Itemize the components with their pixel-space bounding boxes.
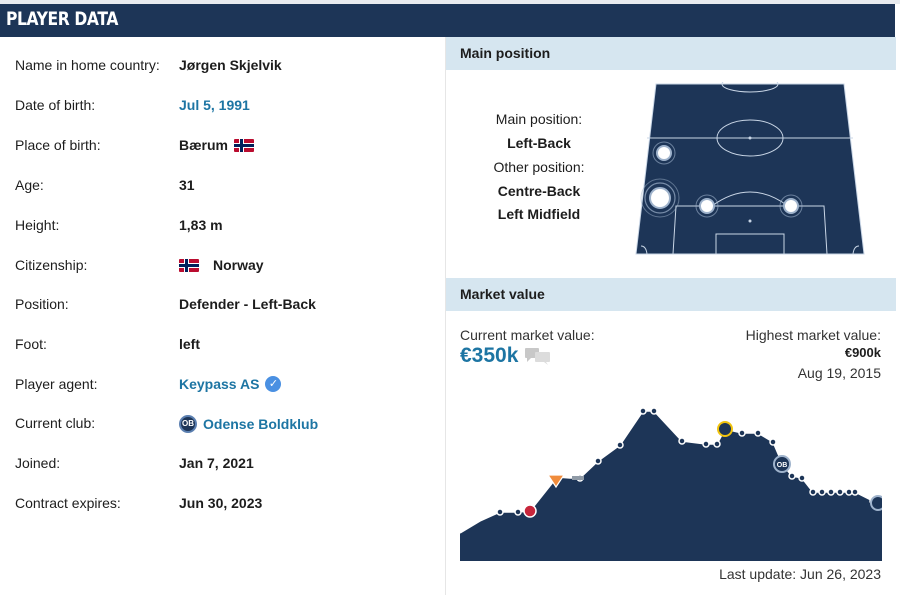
info-label: Position: xyxy=(15,296,69,312)
info-value: 31 xyxy=(179,177,195,193)
position-marker-left-midfield xyxy=(652,141,676,165)
info-value-text: Norway xyxy=(213,257,264,273)
info-label: Age: xyxy=(15,177,44,193)
main-position-value: Left-Back xyxy=(507,135,571,151)
market-value-chart[interactable]: OB xyxy=(460,403,882,561)
highest-market-value-label: Highest market value: xyxy=(745,327,881,343)
info-label: Current club: xyxy=(15,415,96,431)
info-value: Jun 30, 2023 xyxy=(179,495,262,511)
player-data-panel: Name in home country: Jørgen Skjelvik Date… xyxy=(0,37,444,595)
verified-check-icon: ✓ xyxy=(265,376,282,392)
last-update-text: Last update: Jun 26, 2023 xyxy=(719,566,881,582)
info-value: Norway xyxy=(179,257,264,273)
info-value-text[interactable]: Keypass AS xyxy=(179,376,259,392)
club-logo-icon[interactable]: OB xyxy=(179,415,197,433)
section-header-bar: PLAYER DATA xyxy=(0,4,895,37)
market-value-header: Market value xyxy=(446,278,896,311)
highest-market-value-date: Aug 19, 2015 xyxy=(797,365,881,381)
info-value-text[interactable]: Jul 5, 1991 xyxy=(179,97,250,113)
info-value-text: left xyxy=(179,336,200,352)
position-marker-centre-back-left xyxy=(695,194,719,218)
info-value-text[interactable]: Odense Boldklub xyxy=(203,416,318,432)
info-value[interactable]: OB Odense Boldklub xyxy=(179,415,318,433)
club-logo-marker-3 xyxy=(717,421,733,437)
info-value-text: Defender - Left-Back xyxy=(179,296,316,312)
current-market-value-amount: €350k xyxy=(460,344,519,367)
info-value: Bærum xyxy=(179,137,255,153)
info-label: Contract expires: xyxy=(15,495,121,511)
info-value-text: 1,83 m xyxy=(179,217,223,233)
info-value[interactable]: Jul 5, 1991 xyxy=(179,97,250,113)
main-position-title: Main position xyxy=(460,45,551,61)
info-label: Joined: xyxy=(15,455,61,471)
info-value-text: 31 xyxy=(179,177,195,193)
main-position-label: Main position: xyxy=(495,111,583,127)
norway-flag-icon xyxy=(234,138,255,152)
info-label: Foot: xyxy=(15,336,47,352)
info-value: Jørgen Skjelvik xyxy=(179,57,282,73)
club-logo-marker-4: OB xyxy=(773,455,791,473)
info-label: Name in home country: xyxy=(15,57,160,73)
info-value-text: Jan 7, 2021 xyxy=(179,455,254,471)
info-label: Player agent: xyxy=(15,376,98,392)
info-value-text: Jørgen Skjelvik xyxy=(179,57,282,73)
position-marker-centre-back-right xyxy=(779,194,803,218)
highest-market-value: €900k xyxy=(844,345,881,360)
club-logo-marker-5 xyxy=(870,495,882,511)
pitch-diagram xyxy=(635,82,865,255)
other-position-value-1: Centre-Back xyxy=(497,183,581,199)
info-value[interactable]: Keypass AS ✓ xyxy=(179,376,282,392)
market-value-title: Market value xyxy=(460,286,545,302)
info-value: Jan 7, 2021 xyxy=(179,455,254,471)
info-label: Citizenship: xyxy=(15,257,88,273)
info-value-text: Bærum xyxy=(179,137,229,153)
right-panel: Main position Main position: Left-Back O… xyxy=(445,37,896,595)
info-value: 1,83 m xyxy=(179,217,223,233)
norway-flag-icon xyxy=(179,258,199,272)
svg-text:OB: OB xyxy=(777,462,788,469)
page-title: PLAYER DATA xyxy=(6,8,119,30)
market-value-area xyxy=(460,411,882,561)
other-position-label: Other position: xyxy=(493,159,585,175)
current-market-value-label: Current market value: xyxy=(460,327,595,343)
info-value: Defender - Left-Back xyxy=(179,296,316,312)
main-position-header: Main position xyxy=(446,37,896,70)
current-market-value[interactable]: €350k xyxy=(460,344,552,368)
other-position-value-2: Left Midfield xyxy=(497,206,581,222)
info-value: left xyxy=(179,336,200,352)
info-label: Place of birth: xyxy=(15,137,101,153)
info-label: Date of birth: xyxy=(15,97,96,113)
club-logo-marker-1 xyxy=(523,504,537,518)
comments-icon[interactable] xyxy=(524,347,552,365)
info-label: Height: xyxy=(15,217,60,233)
info-value-text: Jun 30, 2023 xyxy=(179,495,263,511)
